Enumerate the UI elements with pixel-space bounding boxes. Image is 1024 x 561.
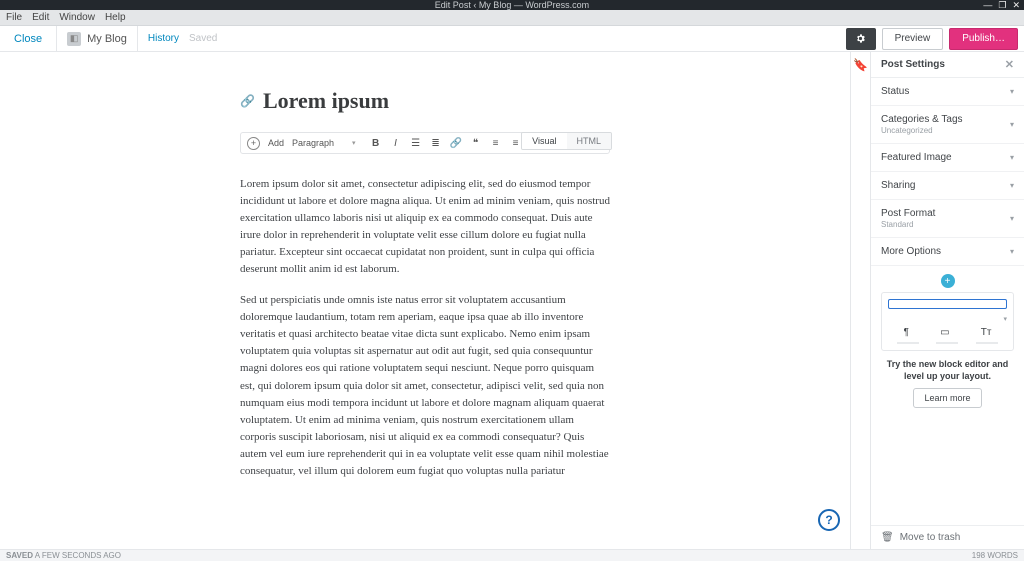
menu-help[interactable]: Help <box>105 12 126 23</box>
chevron-down-icon: ▾ <box>1010 120 1014 129</box>
menu-file[interactable]: File <box>6 12 22 23</box>
sidebar-item-label: Post Format <box>881 208 935 219</box>
bookmark-icon[interactable]: 🔖 <box>853 58 868 72</box>
editor-pane: 🔗 Lorem ipsum Visual HTML + Add Paragrap… <box>0 52 850 549</box>
promo-input-mock <box>888 299 1007 309</box>
align-center-icon[interactable]: ≡ <box>510 138 522 149</box>
chevron-down-icon: ▾ <box>1010 181 1014 190</box>
chevron-down-icon: ▾ <box>1010 214 1014 223</box>
app-menubar: File Edit Window Help <box>0 10 1024 26</box>
bold-icon[interactable]: B <box>370 138 382 149</box>
image-icon: ▭ <box>940 327 949 338</box>
text-icon: Tᴛ <box>981 327 992 338</box>
editor-mode-tabs: Visual HTML <box>521 132 612 150</box>
post-content[interactable]: Lorem ipsum dolor sit amet, consectetur … <box>240 176 610 480</box>
window-minimize-icon[interactable]: — <box>983 0 992 11</box>
chevron-down-icon: ▾ <box>1010 247 1014 256</box>
align-left-icon[interactable]: ≡ <box>490 138 502 149</box>
bullet-list-icon[interactable]: ☰ <box>410 138 422 149</box>
help-button[interactable]: ? <box>818 509 840 531</box>
tab-html[interactable]: HTML <box>567 133 612 149</box>
trash-label: Move to trash <box>900 532 961 543</box>
trash-icon: 🗑 <box>881 532 894 543</box>
menu-edit[interactable]: Edit <box>32 12 49 23</box>
sidebar-item-status[interactable]: Status ▾ <box>871 78 1024 106</box>
preview-button[interactable]: Preview <box>882 28 944 50</box>
add-block-button[interactable]: + <box>247 137 260 150</box>
sidebar-header: Post Settings ✕ <box>871 52 1024 78</box>
sidebar-item-sublabel: Standard <box>881 220 935 229</box>
status-saved: SAVED <box>6 551 33 560</box>
sidebar-item-sublabel: Uncategorized <box>881 126 963 135</box>
window-maximize-icon[interactable]: ❐ <box>998 0 1006 11</box>
menu-window[interactable]: Window <box>59 12 95 23</box>
window-titlebar: Edit Post ‹ My Blog — WordPress.com — ❐ … <box>0 0 1024 10</box>
sidebar-item-featured-image[interactable]: Featured Image ▾ <box>871 144 1024 172</box>
site-icon: ◧ <box>67 32 81 46</box>
content-paragraph[interactable]: Lorem ipsum dolor sit amet, consectetur … <box>240 176 610 278</box>
site-name: My Blog <box>87 33 127 45</box>
sidebar-item-post-format[interactable]: Post Format Standard ▾ <box>871 200 1024 238</box>
sidebar-item-categories[interactable]: Categories & Tags Uncategorized ▾ <box>871 106 1024 144</box>
quote-icon[interactable]: ❝ <box>470 138 482 149</box>
sidebar-title: Post Settings <box>881 59 945 70</box>
tab-visual[interactable]: Visual <box>522 133 566 149</box>
window-title: Edit Post ‹ My Blog — WordPress.com <box>435 0 589 10</box>
settings-button[interactable] <box>846 28 876 50</box>
numbered-list-icon[interactable]: ≣ <box>430 138 442 149</box>
close-button[interactable]: Close <box>0 33 56 45</box>
gear-icon <box>855 33 866 44</box>
sidebar-item-label: Featured Image <box>881 152 952 163</box>
content-paragraph[interactable]: Sed ut perspiciatis unde omnis iste natu… <box>240 292 610 480</box>
status-time: A FEW SECONDS AGO <box>33 551 121 560</box>
site-switcher[interactable]: ◧ My Blog <box>57 32 137 46</box>
sidebar-item-label: Categories & Tags <box>881 114 963 125</box>
window-close-icon[interactable]: ✕ <box>1012 0 1020 11</box>
pilcrow-icon: ¶ <box>904 327 909 338</box>
chevron-down-icon: ▾ <box>1010 87 1014 96</box>
sidebar-strip: 🔖 <box>850 52 870 549</box>
italic-icon[interactable]: I <box>390 138 402 149</box>
post-settings-sidebar: Post Settings ✕ Status ▾ Categories & Ta… <box>870 52 1024 549</box>
add-block-label: Add <box>268 138 284 148</box>
sidebar-item-sharing[interactable]: Sharing ▾ <box>871 172 1024 200</box>
word-count: 198 WORDS <box>972 551 1018 560</box>
chevron-down-icon: ▾ <box>888 315 1007 323</box>
sidebar-item-label: More Options <box>881 246 941 257</box>
block-editor-promo: + ▾ ¶ ▭ Tᴛ Try the new block editor and … <box>871 266 1024 420</box>
promo-text: Try the new block editor and level up yo… <box>881 359 1014 382</box>
publish-button[interactable]: Publish… <box>949 28 1018 50</box>
chevron-down-icon: ▾ <box>1010 153 1014 162</box>
promo-preview-card: ▾ ¶ ▭ Tᴛ <box>881 292 1014 351</box>
sidebar-item-label: Status <box>881 86 909 97</box>
promo-add-icon: + <box>941 274 955 288</box>
link-icon[interactable]: 🔗 <box>450 138 462 149</box>
permalink-icon[interactable]: 🔗 <box>240 94 255 108</box>
saved-indicator: Saved <box>189 33 217 44</box>
learn-more-button[interactable]: Learn more <box>913 388 981 408</box>
block-type-select[interactable]: Paragraph <box>292 138 356 148</box>
editor-toolbar: Close ◧ My Blog History Saved Preview Pu… <box>0 26 1024 52</box>
post-title-input[interactable]: Lorem ipsum <box>263 88 389 114</box>
status-bar: SAVED A FEW SECONDS AGO 198 WORDS <box>0 549 1024 561</box>
close-sidebar-icon[interactable]: ✕ <box>1005 58 1014 71</box>
move-to-trash-button[interactable]: 🗑 Move to trash <box>871 525 1024 549</box>
history-link[interactable]: History <box>138 33 189 44</box>
sidebar-item-more-options[interactable]: More Options ▾ <box>871 238 1024 266</box>
sidebar-item-label: Sharing <box>881 180 915 191</box>
